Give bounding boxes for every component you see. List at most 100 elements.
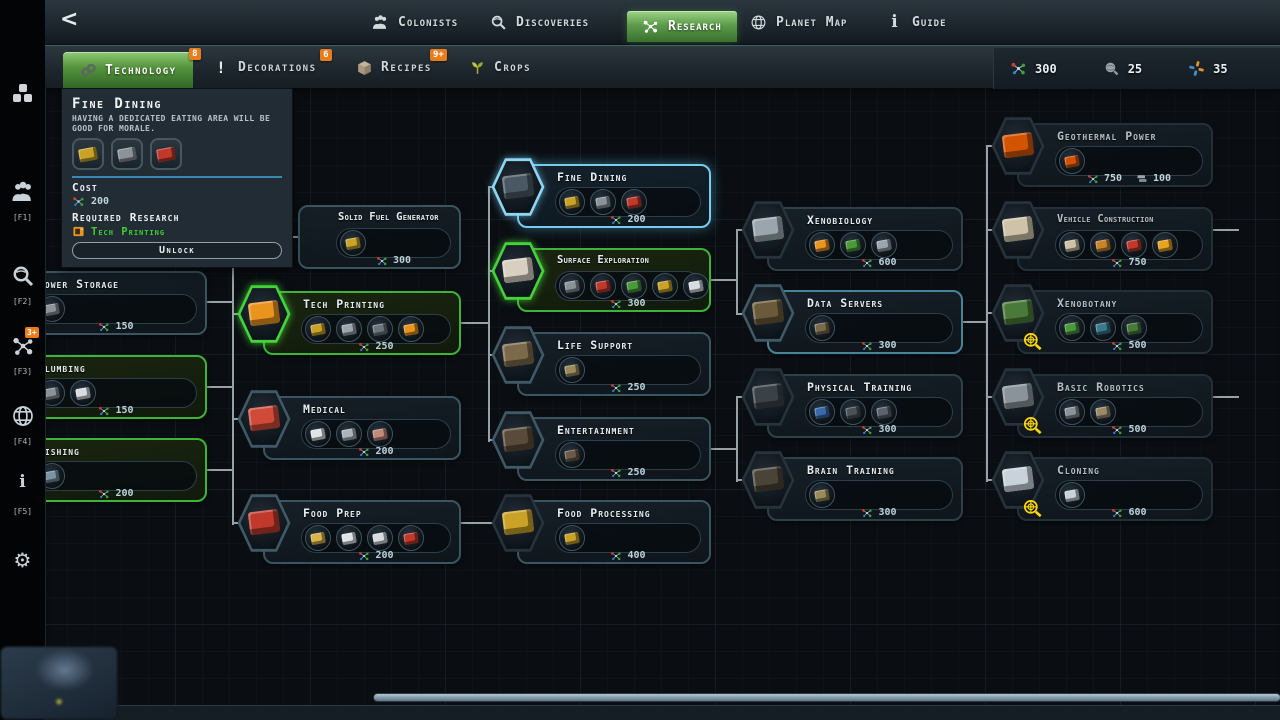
back-button[interactable]: < [60, 7, 78, 32]
nav-item-label: Colonists [398, 15, 458, 30]
tech-node-entertainment[interactable]: Entertainment250 [517, 417, 711, 481]
tab-technology[interactable]: Technology8 [63, 52, 193, 89]
entertainment-hex-icon[interactable] [491, 410, 545, 470]
tech-node-life-support[interactable]: Life Support 250 [517, 332, 711, 396]
resource-discovery-points: 25 [1103, 60, 1142, 77]
item-icon [45, 296, 65, 322]
item-icon [1121, 232, 1147, 258]
tab-crops[interactable]: Crops [468, 46, 531, 89]
item-icon [336, 525, 362, 551]
xenobiology-hex-icon[interactable] [741, 200, 795, 260]
cost-row: 750 [1055, 256, 1203, 269]
crops-icon [468, 59, 486, 77]
nav-item-discoveries[interactable]: Discoveries [490, 0, 589, 44]
nav-item-colonists[interactable]: Colonists [372, 0, 458, 44]
tech-node-physical-training[interactable]: Physical Training300 [767, 374, 963, 438]
tech-node-food-processing[interactable]: Food Processing400 [517, 500, 711, 564]
item-icon [840, 232, 866, 258]
tech-node-title: Physical Training [807, 380, 912, 394]
sidebar-research-icon[interactable] [0, 334, 45, 358]
research-points-icon [610, 467, 622, 479]
cost-value: 200 [375, 550, 393, 561]
cost-value: 250 [627, 382, 645, 393]
tab-badge: 9+ [430, 49, 447, 61]
cost-row: 300 [555, 297, 701, 310]
data-servers-hex-icon[interactable] [741, 283, 795, 343]
physical-training-hex-icon[interactable] [741, 367, 795, 427]
item-icon [1059, 232, 1085, 258]
tech-node-data-servers[interactable]: Data Servers300 [767, 290, 963, 354]
life-support-hex-icon[interactable] [491, 325, 545, 385]
tab-decorations[interactable]: !Decorations6 [212, 46, 317, 89]
tech-node-plumbing[interactable]: Plumbing150 [45, 355, 207, 419]
food-processing-hex-icon[interactable] [491, 493, 545, 553]
item-icon [45, 380, 65, 406]
cost-value: 500 [1128, 340, 1146, 351]
top-nav-bar: < Colonists Discoveries Research Planet Map… [45, 0, 1280, 45]
tech-node-cloning[interactable]: Cloning600 [1017, 457, 1213, 521]
tab-label: Recipes [381, 60, 432, 75]
brain-training-hex-icon[interactable] [741, 450, 795, 510]
tab-label: Technology [105, 63, 177, 78]
research-tree-canvas[interactable]: Power Storage150 Plumbing150 Fishing200 Sol… [45, 88, 1280, 720]
tech-node-power-storage[interactable]: Power Storage150 [45, 271, 207, 335]
nav-item-label: Discoveries [516, 15, 589, 30]
item-icon [305, 316, 331, 342]
tech-printing-hex-icon[interactable] [237, 284, 291, 344]
cost-row: 500 [1055, 339, 1203, 352]
research-points-icon [861, 507, 873, 519]
cost-value: 200 [115, 488, 133, 499]
sidebar-settings-icon[interactable]: ⚙ [0, 548, 45, 572]
research-points-icon [1111, 257, 1123, 269]
cost-value: 150 [115, 405, 133, 416]
fine-dining-hex-icon[interactable] [491, 157, 545, 217]
item-icon [1090, 399, 1116, 425]
sidebar-colonists-icon[interactable] [0, 180, 45, 204]
sidebar-guide-icon[interactable]: i [0, 474, 45, 491]
tech-node-fishing[interactable]: Fishing200 [45, 438, 207, 502]
tech-node-medical[interactable]: Medical200 [263, 396, 461, 460]
discovery-required-icon [1021, 330, 1045, 354]
tech-node-brain-training[interactable]: Brain Training300 [767, 457, 963, 521]
tab-recipes[interactable]: Recipes9+ [355, 46, 432, 89]
medical-hex-icon[interactable] [237, 389, 291, 449]
tech-node-basic-robotics[interactable]: Basic Robotics500 [1017, 374, 1213, 438]
research-points-icon [1087, 173, 1099, 185]
item-icon [683, 273, 709, 299]
tech-node-tech-printing[interactable]: Tech Printing250 [263, 291, 461, 355]
cost-value: 200 [627, 214, 645, 225]
food-prep-hex-icon[interactable] [237, 493, 291, 553]
research-points-icon [1111, 340, 1123, 352]
cost-row: 400 [555, 549, 701, 562]
alien-artifact-icon [1188, 60, 1205, 77]
tech-node-surface-exploration[interactable]: Surface Exploration300 [517, 248, 711, 312]
sidebar-planet-map-icon[interactable] [0, 404, 45, 428]
minimized-window-tile[interactable] [0, 646, 118, 720]
tech-node-food-prep[interactable]: Food Prep200 [263, 500, 461, 564]
discovery-required-icon [1021, 414, 1045, 438]
nav-item-planet-map[interactable]: Planet Map [750, 0, 847, 44]
tree-connector-line [711, 279, 738, 281]
item-icon [70, 380, 96, 406]
unlock-button[interactable]: Unlock [72, 242, 282, 259]
tech-node-solid-fuel-generator[interactable]: Solid Fuel Generator300 [298, 205, 461, 269]
research-points-icon [72, 195, 85, 208]
tech-node-xenobotany[interactable]: Xenobotany500 [1017, 290, 1213, 354]
vehicle-construction-hex-icon[interactable] [991, 200, 1045, 260]
geothermal-power-hex-icon[interactable] [991, 116, 1045, 176]
horizontal-scrollbar-thumb[interactable] [373, 693, 1280, 702]
tech-node-xenobiology[interactable]: Xenobiology600 [767, 207, 963, 271]
sidebar-fkey-label: [F2] [0, 297, 45, 306]
tech-node-fine-dining[interactable]: Fine Dining200 [517, 164, 711, 228]
surface-exploration-hex-icon[interactable] [491, 241, 545, 301]
cost-value: 300 [627, 298, 645, 309]
nav-item-guide[interactable]: iGuide [886, 0, 947, 44]
sidebar-discoveries-icon[interactable] [0, 264, 45, 288]
cost-row: 250 [555, 381, 701, 394]
tech-node-geothermal-power[interactable]: Geothermal Power750100 [1017, 123, 1213, 187]
nav-item-research[interactable]: Research [627, 11, 737, 42]
nav-item-label: Planet Map [776, 15, 847, 30]
item-icon [1090, 315, 1116, 341]
tech-node-vehicle-construction[interactable]: Vehicle Construction750 [1017, 207, 1213, 271]
tech-node-title: Life Support [557, 338, 633, 352]
